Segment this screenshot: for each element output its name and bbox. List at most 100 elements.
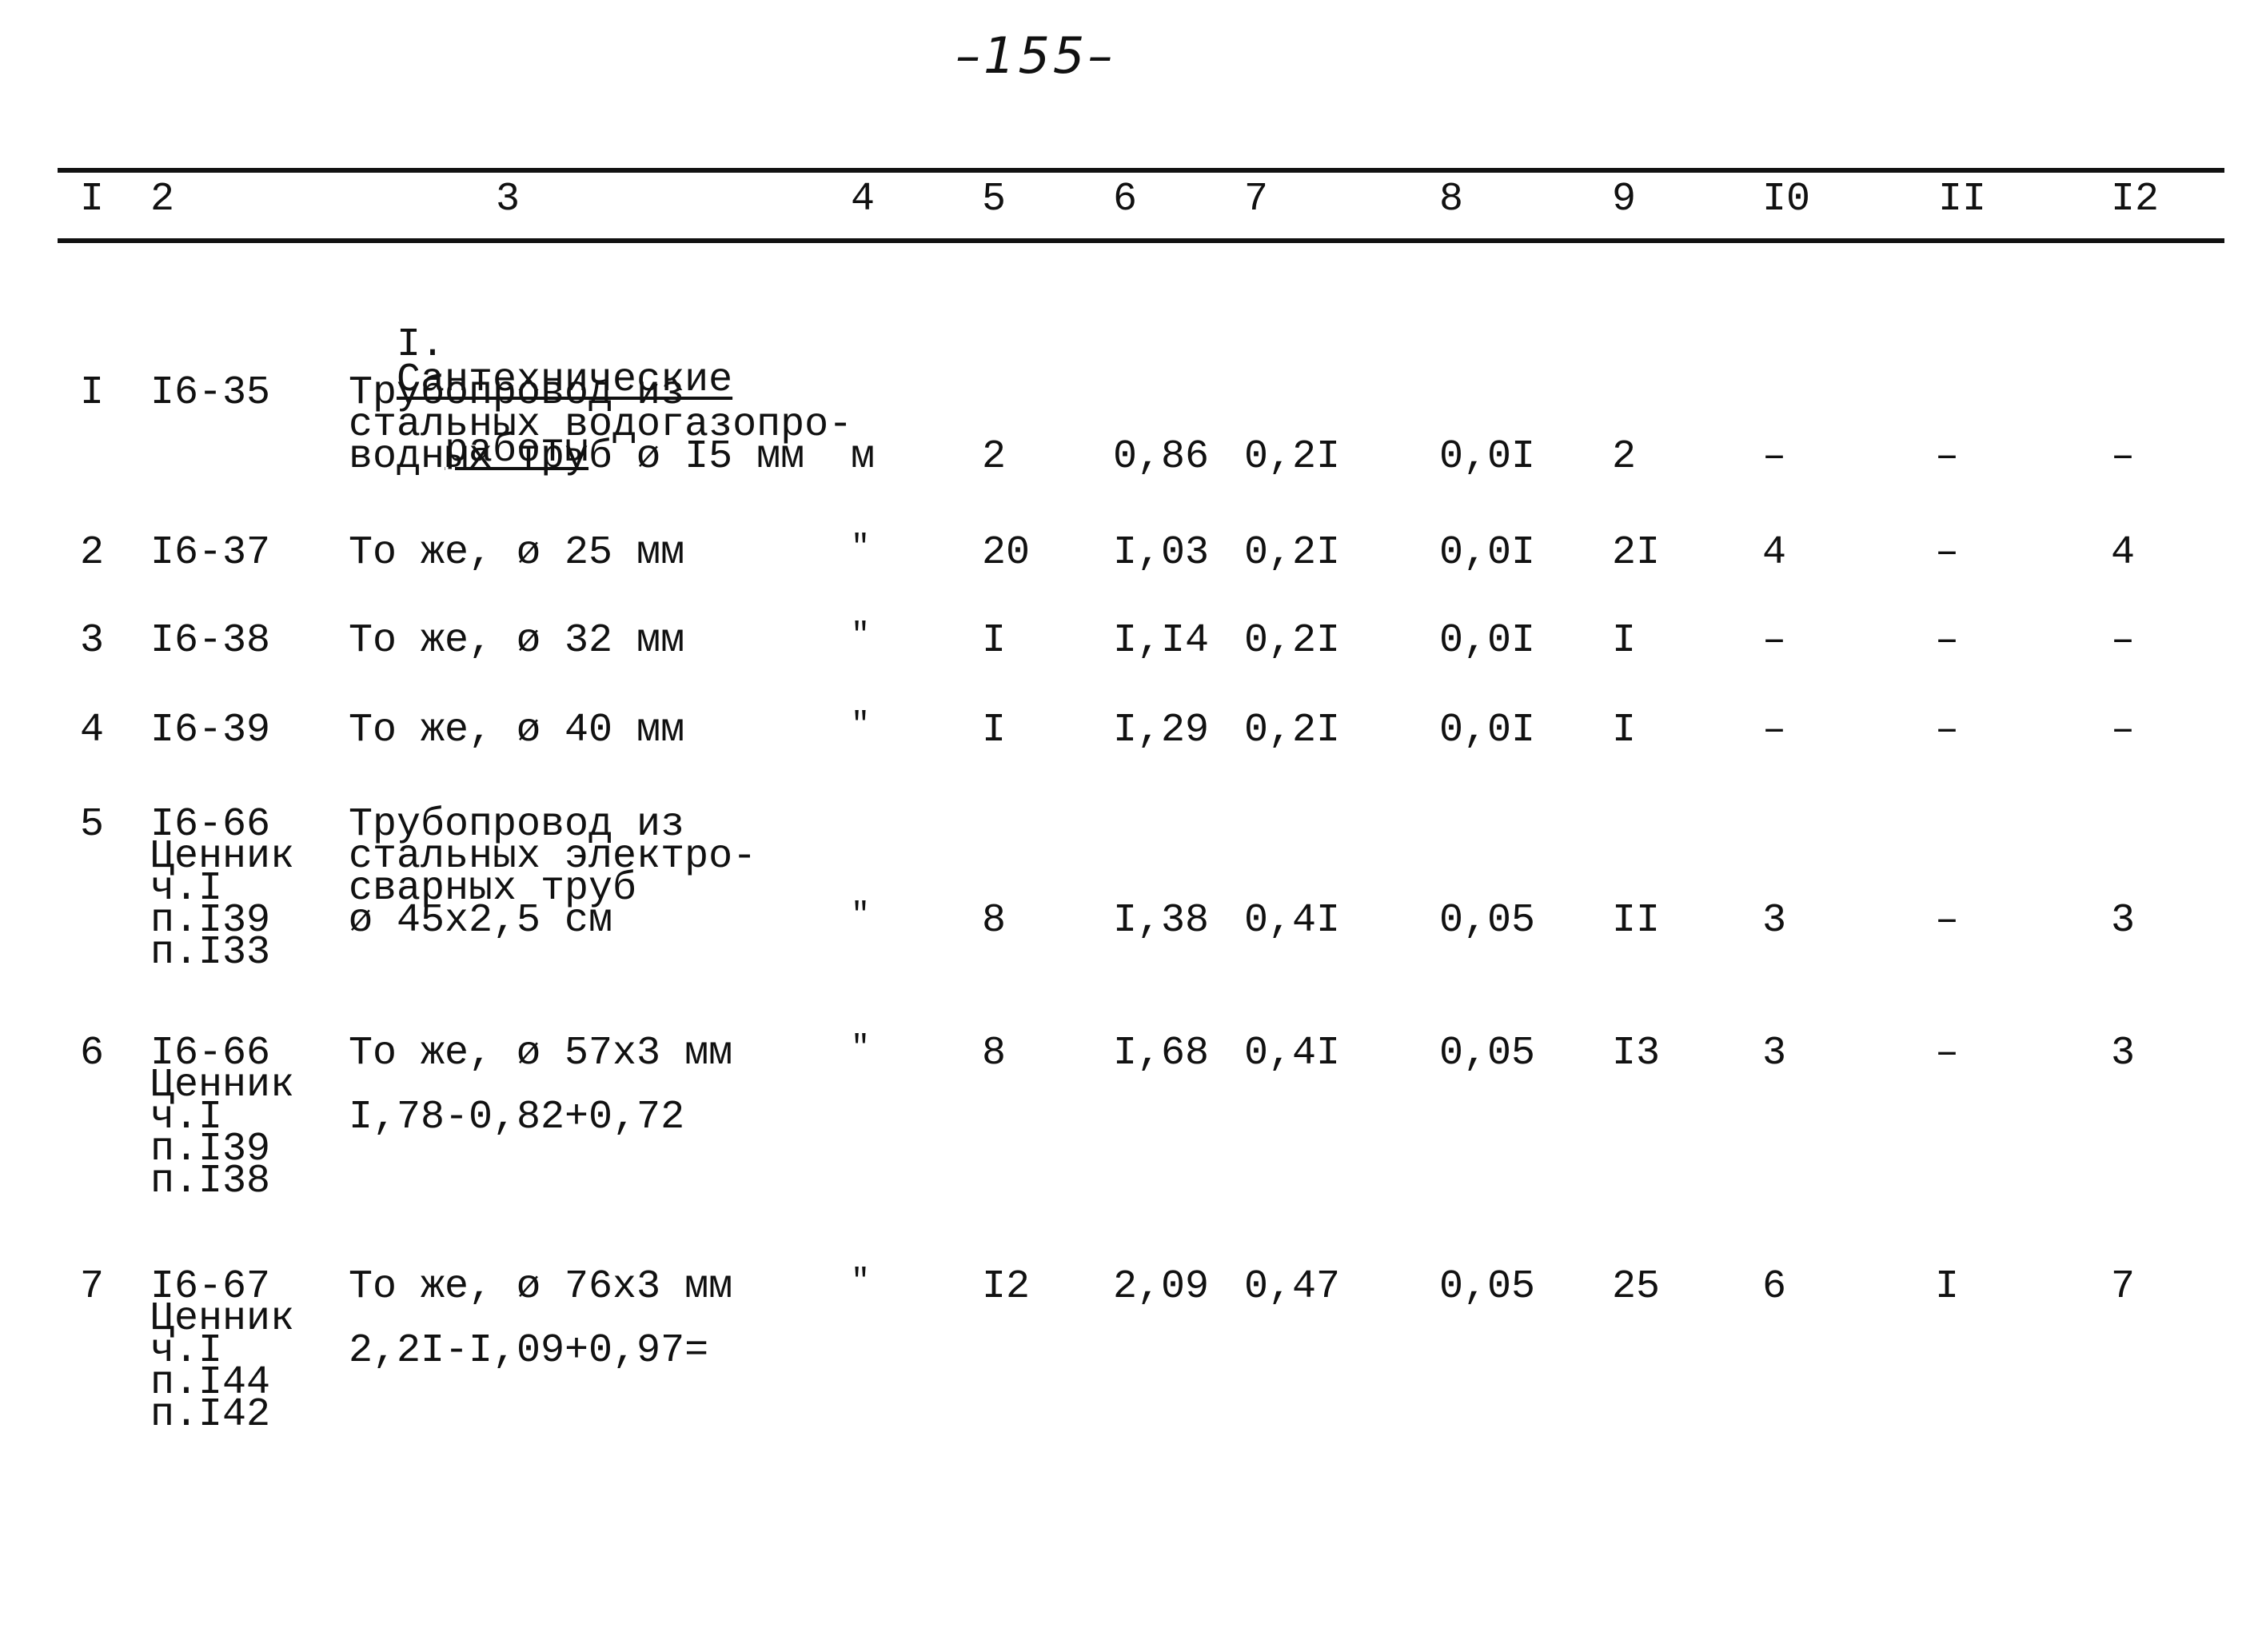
- row-number: I: [80, 370, 105, 416]
- value-cell-11: –: [1935, 434, 1960, 480]
- column-header-9: 9: [1612, 177, 1637, 222]
- row-number: 6: [80, 1031, 105, 1076]
- table-header-bottom-rule: [58, 238, 2224, 243]
- row-number: 5: [80, 802, 105, 848]
- column-header-2: 2: [150, 177, 175, 222]
- value-cell-7: 0,4I: [1244, 1031, 1341, 1076]
- value-cell-9: 25: [1612, 1264, 1661, 1310]
- value-cell-12: –: [2111, 708, 2136, 753]
- description-line: То же, ø 76x3 мм: [349, 1264, 733, 1310]
- value-cell-6: I,29: [1113, 708, 1210, 753]
- calculation-note: I,78-0,82+0,72: [349, 1095, 685, 1140]
- value-cell-9: I: [1612, 708, 1637, 753]
- column-header-8: 8: [1439, 177, 1464, 222]
- column-header-4: 4: [851, 177, 876, 222]
- value-cell-6: I,I4: [1113, 618, 1210, 664]
- value-cell-12: –: [2111, 434, 2136, 480]
- value-cell-10: 3: [1762, 898, 1787, 944]
- value-cell-12: 3: [2111, 898, 2136, 944]
- column-header-5: 5: [982, 177, 1007, 222]
- value-cell-8: 0,0I: [1439, 618, 1536, 664]
- price-code-line: I6-39: [150, 708, 271, 753]
- price-code-line: I6-38: [150, 618, 271, 664]
- column-header-1: I: [80, 177, 105, 222]
- value-cell-5: I2: [982, 1264, 1031, 1310]
- value-cell-11: I: [1935, 1264, 1960, 1310]
- value-cell-9: 2: [1612, 434, 1637, 480]
- table-top-rule: [58, 168, 2224, 173]
- unit-cell: ": [851, 1264, 871, 1300]
- value-cell-8: 0,0I: [1439, 434, 1536, 480]
- value-cell-8: 0,0I: [1439, 708, 1536, 753]
- value-cell-9: I3: [1612, 1031, 1661, 1076]
- value-cell-5: I: [982, 618, 1007, 664]
- value-cell-12: 4: [2111, 530, 2136, 576]
- value-cell-5: I: [982, 708, 1007, 753]
- value-cell-11: –: [1935, 530, 1960, 576]
- value-cell-5: 8: [982, 898, 1007, 944]
- description-line: водных труб ø I5 мм: [349, 434, 805, 480]
- price-code-line: п.I33: [150, 930, 271, 976]
- calculation-note: 2,2I-I,09+0,97=: [349, 1328, 709, 1374]
- row-number: 4: [80, 708, 105, 753]
- value-cell-6: I,38: [1113, 898, 1210, 944]
- description-line: ø 45x2,5 см: [349, 898, 613, 944]
- unit-cell: ": [851, 898, 871, 934]
- unit-cell: м: [851, 434, 876, 480]
- value-cell-7: 0,2I: [1244, 434, 1341, 480]
- value-cell-9: 2I: [1612, 530, 1661, 576]
- unit-cell: ": [851, 1031, 871, 1067]
- price-code-line: п.I38: [150, 1159, 271, 1204]
- value-cell-8: 0,05: [1439, 898, 1536, 944]
- column-header-11: II: [1938, 177, 1987, 222]
- price-code-line: п.I42: [150, 1392, 271, 1438]
- value-cell-11: –: [1935, 708, 1960, 753]
- value-cell-8: 0,05: [1439, 1264, 1536, 1310]
- unit-cell: ": [851, 618, 871, 654]
- value-cell-12: 3: [2111, 1031, 2136, 1076]
- value-cell-7: 0,2I: [1244, 708, 1341, 753]
- value-cell-8: 0,05: [1439, 1031, 1536, 1076]
- value-cell-5: 2: [982, 434, 1007, 480]
- price-code-line: I6-35: [150, 370, 271, 416]
- row-number: 3: [80, 618, 105, 664]
- column-header-12: I2: [2111, 177, 2160, 222]
- value-cell-5: 20: [982, 530, 1031, 576]
- value-cell-5: 8: [982, 1031, 1007, 1076]
- value-cell-12: –: [2111, 618, 2136, 664]
- description-line: То же, ø 32 мм: [349, 618, 685, 664]
- value-cell-7: 0,47: [1244, 1264, 1341, 1310]
- value-cell-11: –: [1935, 618, 1960, 664]
- price-code-line: I6-37: [150, 530, 271, 576]
- value-cell-9: II: [1612, 898, 1661, 944]
- value-cell-10: –: [1762, 708, 1787, 753]
- row-number: 2: [80, 530, 105, 576]
- value-cell-8: 0,0I: [1439, 530, 1536, 576]
- value-cell-6: I,03: [1113, 530, 1210, 576]
- value-cell-10: 4: [1762, 530, 1787, 576]
- value-cell-10: 3: [1762, 1031, 1787, 1076]
- description-line: То же, ø 25 мм: [349, 530, 685, 576]
- value-cell-7: 0,2I: [1244, 618, 1341, 664]
- description-line: То же, ø 40 мм: [349, 708, 685, 753]
- value-cell-6: I,68: [1113, 1031, 1210, 1076]
- column-header-7: 7: [1244, 177, 1269, 222]
- value-cell-10: –: [1762, 618, 1787, 664]
- value-cell-10: –: [1762, 434, 1787, 480]
- row-number: 7: [80, 1264, 105, 1310]
- column-header-10: I0: [1762, 177, 1811, 222]
- column-header-6: 6: [1113, 177, 1138, 222]
- value-cell-11: –: [1935, 1031, 1960, 1076]
- value-cell-12: 7: [2111, 1264, 2136, 1310]
- value-cell-7: 0,4I: [1244, 898, 1341, 944]
- value-cell-9: I: [1612, 618, 1637, 664]
- value-cell-11: –: [1935, 898, 1960, 944]
- unit-cell: ": [851, 708, 871, 744]
- page-number: –155–: [955, 26, 1116, 85]
- value-cell-7: 0,2I: [1244, 530, 1341, 576]
- value-cell-10: 6: [1762, 1264, 1787, 1310]
- value-cell-6: 2,09: [1113, 1264, 1210, 1310]
- column-header-3: 3: [496, 177, 521, 222]
- unit-cell: ": [851, 530, 871, 566]
- description-line: То же, ø 57x3 мм: [349, 1031, 733, 1076]
